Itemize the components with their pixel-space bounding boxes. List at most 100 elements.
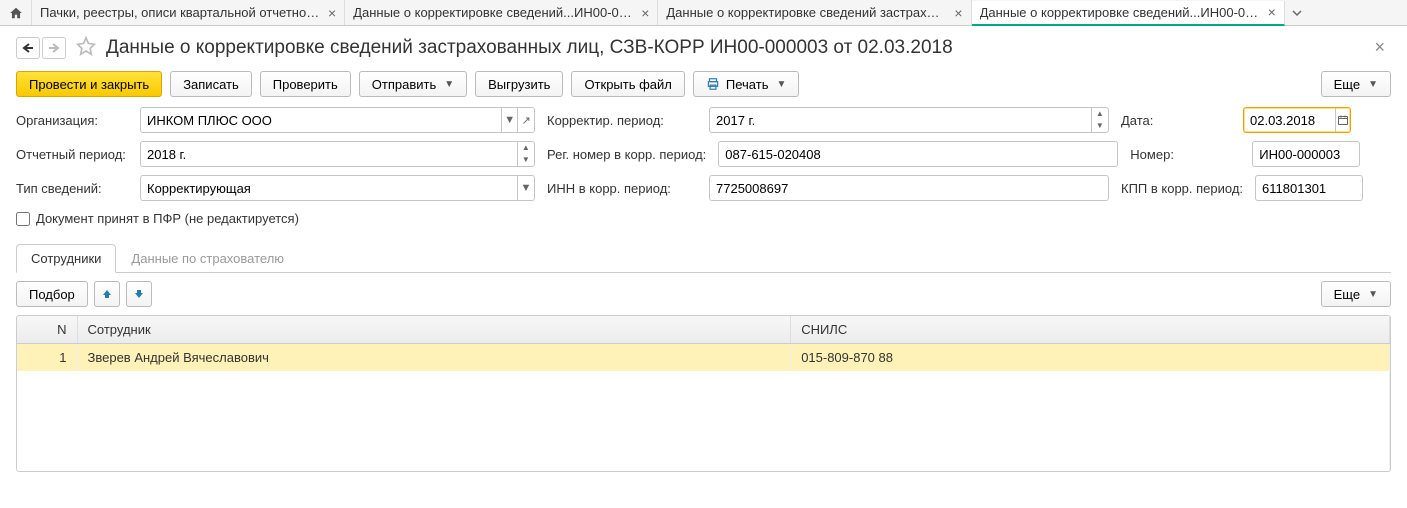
button-label: Проверить [273, 77, 338, 92]
subtab-label: Сотрудники [31, 251, 101, 266]
button-label: Подбор [29, 287, 75, 302]
employees-table: N Сотрудник СНИЛС 1 Зверев Андрей Вячесл… [17, 316, 1390, 471]
col-header-employee[interactable]: Сотрудник [77, 316, 791, 344]
rep-period-input[interactable] [141, 142, 517, 166]
org-field[interactable]: ▼ ↗ [140, 107, 535, 133]
chevron-down-icon: ▼ [1368, 79, 1378, 90]
date-label: Дата: [1121, 113, 1231, 128]
check-button[interactable]: Проверить [260, 71, 351, 97]
nav-forward-button[interactable] [42, 37, 66, 59]
favorite-star-icon[interactable] [76, 36, 96, 59]
button-label: Печать [726, 77, 769, 92]
number-input[interactable] [1253, 142, 1359, 166]
open-file-button[interactable]: Открыть файл [571, 71, 684, 97]
dropdown-icon[interactable]: ▼ [517, 176, 534, 200]
button-label: Открыть файл [584, 77, 671, 92]
spinner-buttons[interactable]: ▲▼ [517, 142, 534, 166]
type-field[interactable]: ▼ [140, 175, 535, 201]
button-label: Еще [1334, 287, 1360, 302]
app-tabs-bar: Пачки, реестры, описи квартальной отчетн… [0, 0, 1407, 26]
reg-num-field[interactable] [718, 141, 1118, 167]
dropdown-icon[interactable]: ▼ [501, 108, 518, 132]
nav-back-button[interactable] [16, 37, 40, 59]
tab-label: Данные о корректировке сведений...ИН00-0… [980, 5, 1260, 20]
cell-employee: Зверев Андрей Вячеславович [77, 344, 791, 372]
close-icon[interactable]: × [954, 5, 962, 21]
tab-item-3[interactable]: Данные о корректировке сведений застрахо… [658, 0, 971, 25]
printer-icon [706, 77, 720, 91]
subtab-insurer-data[interactable]: Данные по страхователю [116, 244, 299, 273]
date-input[interactable] [1244, 108, 1335, 132]
sub-toolbar: Подбор Еще ▼ [0, 273, 1407, 315]
col-header-snils[interactable]: СНИЛС [791, 316, 1390, 344]
type-input[interactable] [141, 176, 517, 200]
more-button[interactable]: Еще ▼ [1321, 71, 1391, 97]
pfr-checkbox-label: Документ принят в ПФР (не редактируется) [36, 211, 299, 226]
close-icon[interactable]: × [328, 5, 336, 21]
export-button[interactable]: Выгрузить [475, 71, 563, 97]
kpp-input[interactable] [1256, 176, 1362, 200]
employees-table-wrap: N Сотрудник СНИЛС 1 Зверев Андрей Вячесл… [16, 315, 1391, 472]
subtab-employees[interactable]: Сотрудники [16, 244, 116, 273]
arrow-right-icon [47, 42, 61, 54]
table-header-row: N Сотрудник СНИЛС [17, 316, 1390, 344]
home-tab[interactable] [0, 0, 32, 25]
send-button[interactable]: Отправить▼ [359, 71, 467, 97]
move-up-button[interactable] [94, 281, 120, 307]
save-button[interactable]: Записать [170, 71, 252, 97]
move-down-button[interactable] [126, 281, 152, 307]
rep-period-field[interactable]: ▲▼ [140, 141, 535, 167]
type-label: Тип сведений: [16, 181, 128, 196]
chevron-down-icon: ▼ [1368, 289, 1378, 300]
chevron-down-icon: ▼ [776, 79, 786, 90]
tab-item-4[interactable]: Данные о корректировке сведений...ИН00-0… [972, 1, 1285, 26]
print-button[interactable]: Печать ▼ [693, 71, 800, 97]
tab-item-2[interactable]: Данные о корректировке сведений...ИН00-0… [345, 0, 658, 25]
close-page-button[interactable]: × [1368, 37, 1391, 58]
tab-label: Данные о корректировке сведений...ИН00-0… [353, 5, 633, 20]
arrow-left-icon [21, 42, 35, 54]
subtab-label: Данные по страхователю [131, 251, 284, 266]
close-icon[interactable]: × [641, 5, 649, 21]
button-label: Отправить [372, 77, 436, 92]
button-label: Выгрузить [488, 77, 550, 92]
button-label: Записать [183, 77, 239, 92]
tab-item-1[interactable]: Пачки, реестры, описи квартальной отчетн… [32, 0, 345, 25]
pick-button[interactable]: Подбор [16, 281, 88, 307]
date-field[interactable] [1243, 107, 1351, 133]
main-toolbar: Провести и закрыть Записать Проверить От… [0, 67, 1407, 107]
calendar-icon[interactable] [1335, 108, 1350, 132]
reg-num-input[interactable] [719, 142, 1117, 166]
subtab-bar: Сотрудники Данные по страхователю [16, 244, 1391, 273]
close-icon[interactable]: × [1268, 4, 1276, 20]
tab-label: Пачки, реестры, описи квартальной отчетн… [40, 5, 320, 20]
pfr-accepted-checkbox[interactable] [16, 212, 30, 226]
more-button-2[interactable]: Еще ▼ [1321, 281, 1391, 307]
button-label: Еще [1334, 77, 1360, 92]
tabs-overflow-button[interactable] [1285, 8, 1309, 18]
chevron-down-icon [1292, 8, 1302, 18]
rep-period-label: Отчетный период: [16, 147, 128, 162]
pfr-checkbox-row: Документ принят в ПФР (не редактируется) [16, 209, 1391, 236]
spinner-buttons[interactable]: ▲▼ [1091, 108, 1108, 132]
home-icon [9, 6, 23, 20]
corr-period-input[interactable] [710, 108, 1091, 132]
kpp-field[interactable] [1255, 175, 1363, 201]
corr-period-label: Корректир. период: [547, 113, 697, 128]
inn-label: ИНН в корр. период: [547, 181, 697, 196]
number-field[interactable] [1252, 141, 1360, 167]
inn-field[interactable] [709, 175, 1109, 201]
org-input[interactable] [141, 108, 501, 132]
table-row[interactable]: 1 Зверев Андрей Вячеславович 015-809-870… [17, 344, 1390, 372]
corr-period-field[interactable]: ▲▼ [709, 107, 1109, 133]
post-and-close-button[interactable]: Провести и закрыть [16, 71, 162, 97]
reg-num-label: Рег. номер в корр. период: [547, 147, 706, 162]
col-header-n[interactable]: N [17, 316, 77, 344]
tab-label: Данные о корректировке сведений застрахо… [666, 5, 946, 20]
button-label: Провести и закрыть [29, 77, 149, 92]
open-ref-icon[interactable]: ↗ [517, 108, 534, 132]
form-area: Организация: ▼ ↗ Корректир. период: ▲▼ Д… [0, 107, 1407, 244]
inn-input[interactable] [710, 176, 1108, 200]
cell-n: 1 [17, 344, 77, 372]
org-label: Организация: [16, 113, 128, 128]
